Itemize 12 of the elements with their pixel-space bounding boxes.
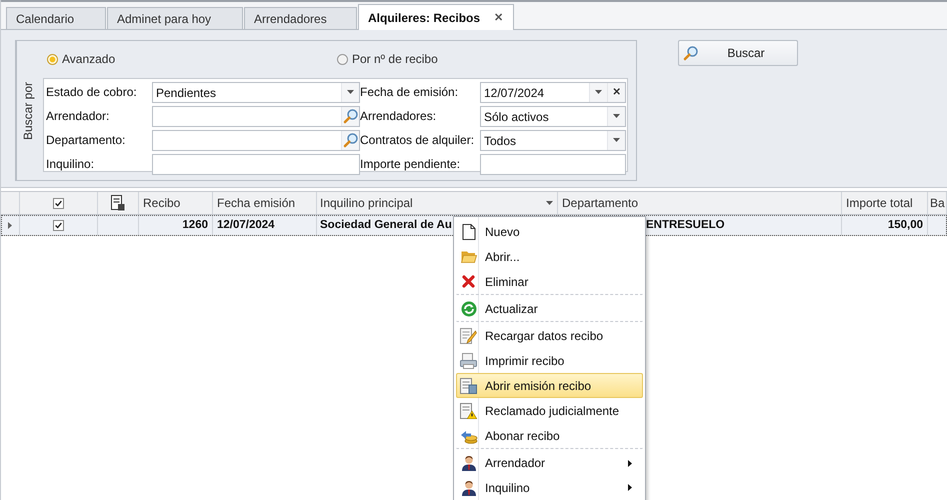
field-label: Estado de cobro: <box>46 85 138 99</box>
table-cell: 1260 <box>139 215 213 235</box>
field-label: Importe pendiente: <box>360 157 462 171</box>
field-label: Departamento: <box>46 133 126 147</box>
field-label: Arrendador: <box>46 109 110 123</box>
field-label: Contratos de alquiler: <box>360 133 476 147</box>
group-caption: Buscar por <box>16 41 39 180</box>
field-label: Arrendadores: <box>360 109 438 123</box>
table-cell: 150,00 <box>842 215 928 235</box>
field-label: Inquilino: <box>46 157 96 171</box>
table-cell: 12/07/2024 <box>213 215 317 235</box>
field-label: Fecha de emisión: <box>360 85 460 99</box>
